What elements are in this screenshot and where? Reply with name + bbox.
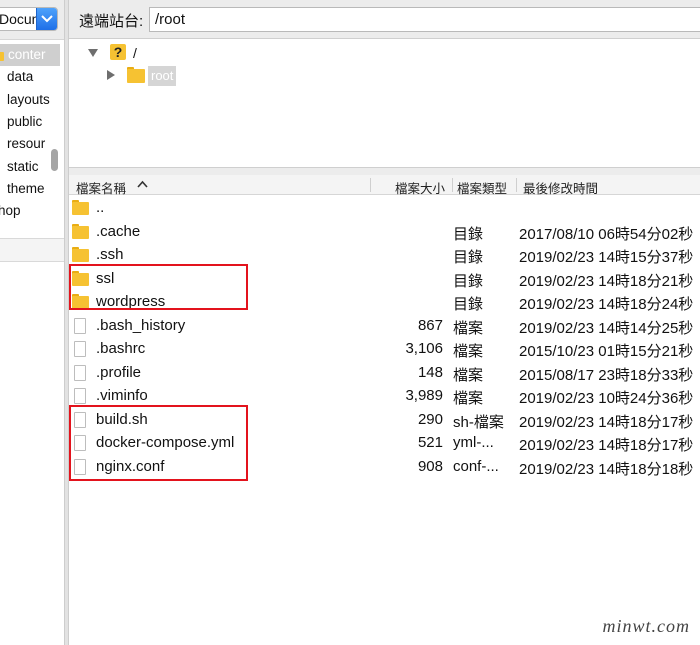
folder-body — [72, 225, 89, 239]
file-name: .cache — [96, 222, 141, 240]
file-modified: 2019/02/23 14時18分17秒 — [519, 413, 694, 431]
column-header-type[interactable]: 檔案類型 — [457, 178, 507, 197]
file-size: 521 — [417, 434, 443, 451]
file-modified: 2019/02/23 14時18分18秒 — [519, 460, 694, 478]
column-separator[interactable] — [452, 178, 453, 192]
remote-site-bar: 遠端站台: /root — [69, 0, 700, 38]
remote-file-list: 檔案名稱 檔案大小 檔案類型 最後修改時間 .. .cache 目錄 2017/08/… — [69, 175, 700, 645]
watermark-text: minwt.com — [602, 616, 690, 636]
file-row[interactable]: .cache 目錄 2017/08/10 06時54分02秒 — [69, 220, 700, 244]
file-size: 3,989 — [405, 387, 443, 404]
file-modified: 2015/10/23 01時15分21秒 — [519, 343, 694, 360]
file-row[interactable]: .profile 148 檔案 2015/08/17 23時18分33秒 — [69, 361, 700, 385]
file-type: yml-... — [453, 434, 494, 451]
folder-icon — [72, 223, 89, 239]
file-row[interactable]: .bashrc 3,106 檔案 2015/10/23 01時15分21秒 — [69, 337, 700, 361]
column-header-modified[interactable]: 最後修改時間 — [523, 178, 598, 197]
file-name: .. — [96, 199, 105, 216]
file-size: 290 — [417, 410, 443, 428]
highlight-box-folders — [69, 264, 248, 310]
file-icon — [72, 388, 89, 404]
file-modified: 2017/08/10 06時54分02秒 — [519, 225, 694, 243]
folder-body — [72, 249, 89, 262]
file-row[interactable]: .viminfo 3,989 檔案 2019/02/23 10時24分36秒 — [69, 384, 700, 408]
file-type: conf-... — [453, 457, 499, 475]
folder-icon — [72, 200, 89, 215]
collapse-arrow-icon[interactable] — [87, 47, 99, 59]
local-tree-scrollbar-thumb[interactable] — [51, 149, 58, 171]
file-size: 3,106 — [405, 340, 443, 357]
unknown-folder-icon: ? — [110, 44, 126, 60]
sort-ascending-icon[interactable] — [137, 180, 148, 188]
local-tree-scrollbar[interactable] — [48, 42, 62, 218]
file-type: sh-檔案 — [453, 413, 504, 431]
file-size: 148 — [417, 363, 443, 381]
column-header-size[interactable]: 檔案大小 — [395, 178, 445, 197]
remote-pane: 遠端站台: /root ? / root 檔案名稱 檔案大小 檔案類型 最後修改… — [69, 0, 700, 645]
remote-site-label: 遠端站台: — [79, 13, 144, 30]
column-separator[interactable] — [516, 178, 517, 192]
file-modified: 2019/02/23 14時18分21秒 — [519, 272, 694, 290]
file-row[interactable]: .bash_history 867 檔案 2019/02/23 14時14分25秒 — [69, 314, 700, 338]
document-shape — [74, 388, 86, 404]
document-shape — [74, 364, 86, 381]
file-modified: 2015/08/17 23時18分33秒 — [519, 366, 694, 384]
file-icon — [72, 341, 89, 357]
remote-directory-tree: ? / root — [69, 38, 700, 168]
file-icon — [72, 364, 89, 381]
file-type: 檔案 — [453, 366, 484, 384]
local-site-bar: Docum — [0, 0, 64, 40]
file-list-header: 檔案名稱 檔案大小 檔案類型 最後修改時間 — [69, 175, 700, 197]
expand-arrow-icon[interactable] — [105, 69, 117, 81]
remote-path-input[interactable]: /root — [149, 7, 700, 32]
local-pane: Docum conter data layouts public resour … — [0, 0, 64, 645]
highlight-box-files — [69, 405, 248, 481]
file-name: .ssh — [96, 246, 124, 263]
file-modified: 2019/02/23 10時24分36秒 — [519, 390, 694, 407]
folder-icon — [127, 67, 145, 83]
tree-item-root[interactable]: root — [148, 66, 177, 86]
file-type: 目錄 — [453, 249, 484, 266]
file-size: 908 — [417, 457, 443, 475]
file-size: 867 — [417, 316, 443, 334]
file-icon — [72, 317, 89, 334]
file-type: 目錄 — [453, 272, 484, 290]
file-type: 檔案 — [453, 390, 484, 407]
document-shape — [74, 317, 86, 334]
chevron-down-icon[interactable] — [36, 8, 57, 30]
file-modified: 2019/02/23 14時18分17秒 — [519, 437, 694, 454]
file-modified: 2019/02/23 14時14分25秒 — [519, 319, 694, 337]
column-header-name[interactable]: 檔案名稱 — [76, 178, 126, 197]
file-type: 檔案 — [453, 319, 484, 337]
column-separator[interactable] — [370, 178, 371, 192]
folder-icon — [0, 52, 4, 61]
file-row[interactable]: .ssh 目錄 2019/02/23 14時15分37秒 — [69, 243, 700, 267]
svg-text:?: ? — [114, 44, 123, 60]
folder-body — [72, 202, 89, 215]
tree-root-label[interactable]: / — [133, 45, 137, 61]
file-type: 檔案 — [453, 343, 484, 360]
local-file-list-header — [0, 238, 64, 262]
file-type: 目錄 — [453, 225, 484, 243]
file-name: .viminfo — [96, 387, 148, 404]
horizontal-splitter[interactable] — [69, 168, 700, 175]
file-modified: 2019/02/23 14時15分37秒 — [519, 249, 694, 266]
local-site-select[interactable]: Docum — [0, 7, 58, 31]
file-name: .bash_history — [96, 316, 186, 334]
file-type: 目錄 — [453, 296, 484, 313]
document-shape — [74, 341, 86, 357]
file-row[interactable]: .. — [69, 196, 700, 220]
file-modified: 2019/02/23 14時18分24秒 — [519, 296, 694, 313]
file-name: .bashrc — [96, 340, 146, 357]
file-name: .profile — [96, 363, 142, 381]
folder-icon — [72, 247, 89, 262]
